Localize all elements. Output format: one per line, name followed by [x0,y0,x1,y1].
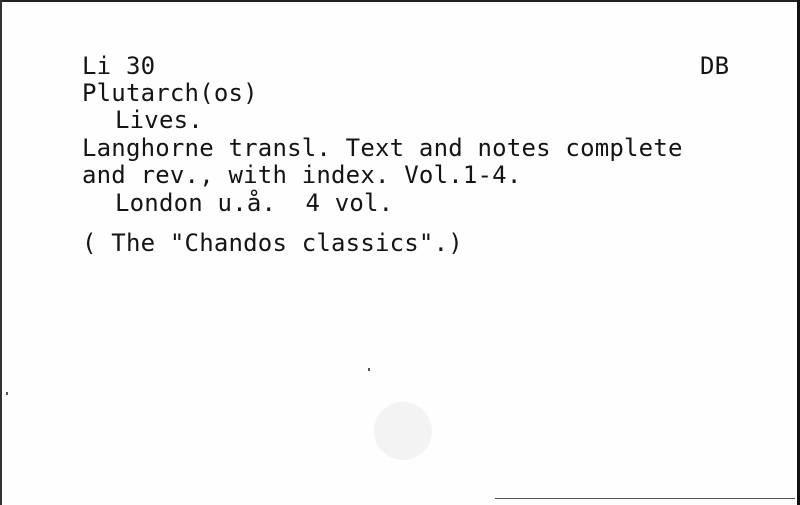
ink-speck [368,368,370,371]
title-line: Lives. [115,106,203,134]
series-note: ( The "Chandos classics".) [82,229,463,257]
call-number: Li 30 [82,52,156,80]
card-bottom-edge [495,498,795,499]
card-top-edge [0,0,800,2]
note-line-1: Langhorne transl. Text and notes complet… [82,134,683,162]
note-line-2: and rev., with index. Vol.1-4. [82,161,522,189]
catalog-card: Li 30 DB Plutarch(os) Lives. Langhorne t… [0,0,800,505]
location-code: DB [700,52,730,80]
author-heading: Plutarch(os) [82,79,258,107]
ink-speck [6,392,8,395]
card-left-edge [0,0,2,505]
punch-hole [374,402,432,460]
imprint-line: London u.å. 4 vol. [115,189,394,217]
